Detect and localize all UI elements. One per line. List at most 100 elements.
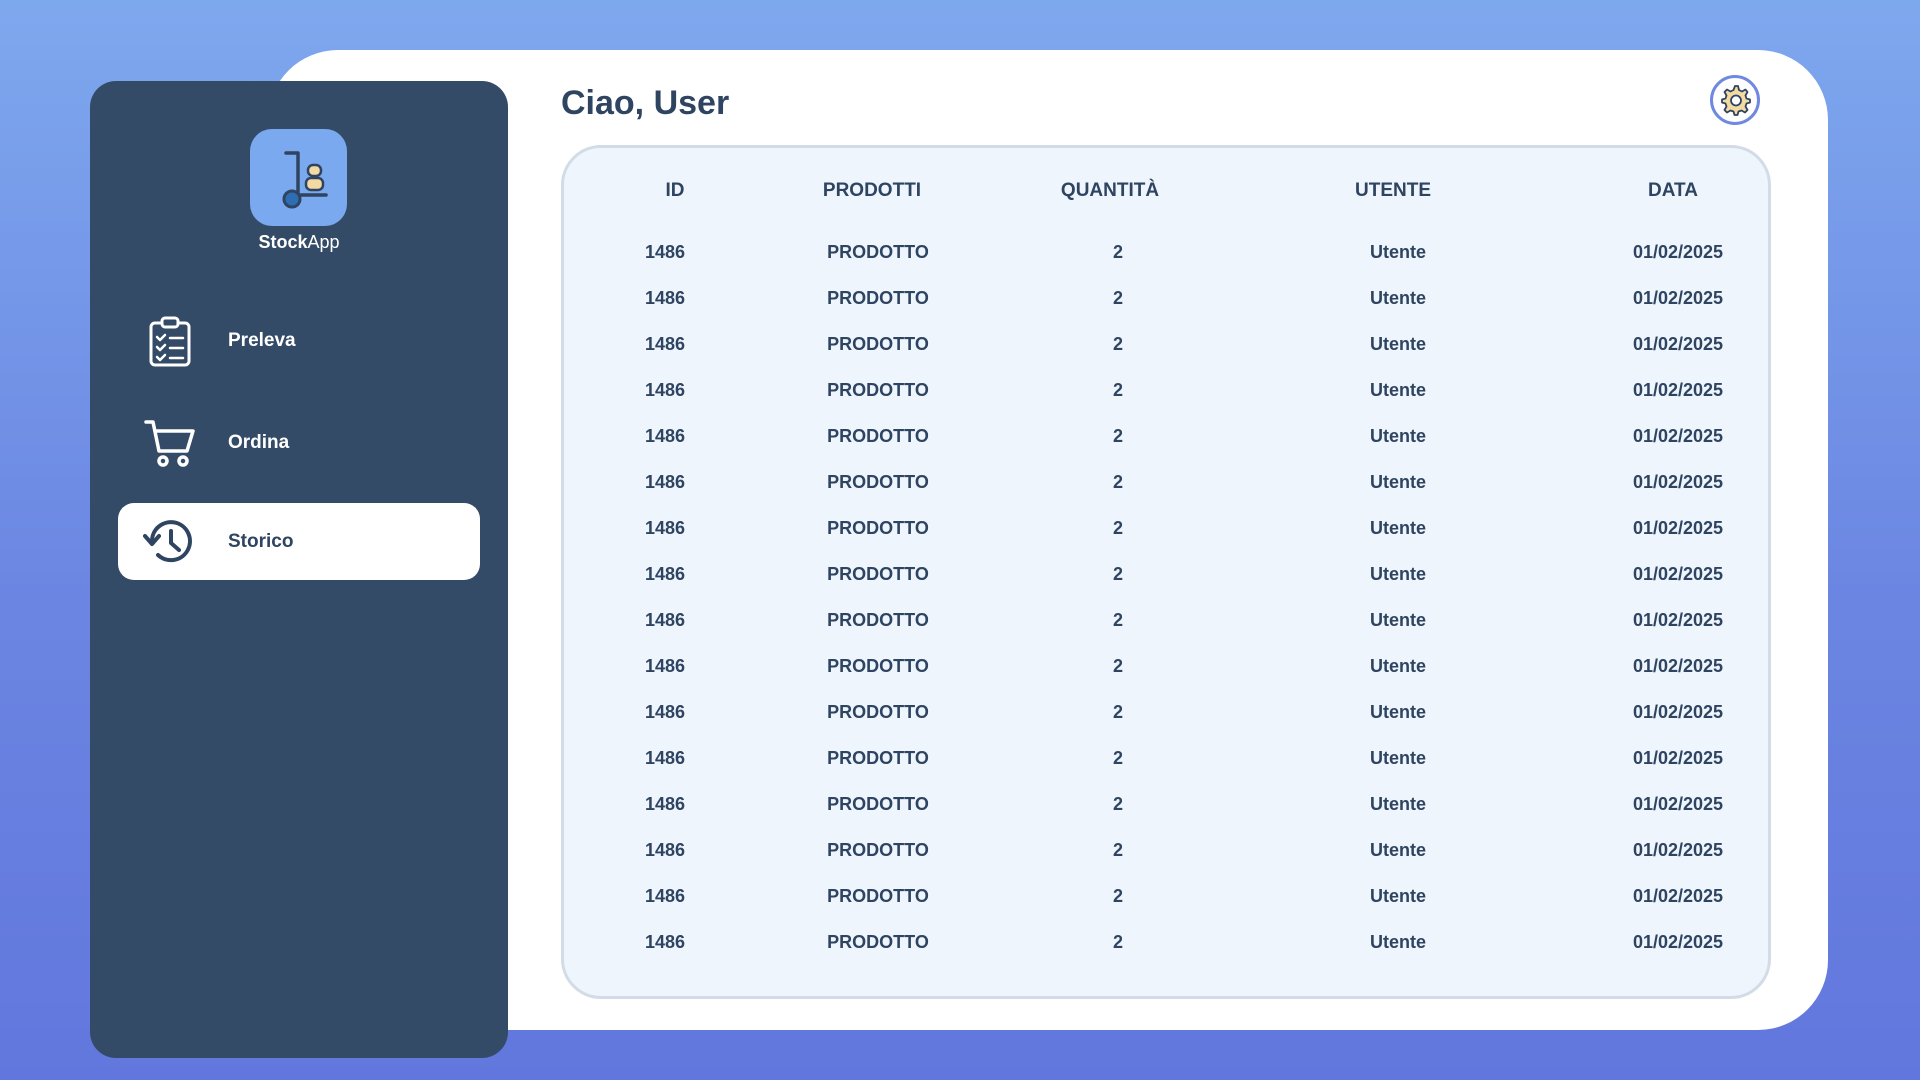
cell-quantita: 2 xyxy=(1112,656,1124,676)
cell-utente: Utente xyxy=(1369,564,1427,584)
cell-prodotto: PRODOTTO xyxy=(827,242,929,262)
table-row: 1486 PRODOTTO 2 Utente 01/02/2025 xyxy=(564,932,1768,962)
cell-id: 1486 xyxy=(644,564,686,584)
cell-utente: Utente xyxy=(1369,656,1427,676)
cell-prodotto: PRODOTTO xyxy=(827,840,929,860)
table-row: 1486 PRODOTTO 2 Utente 01/02/2025 xyxy=(564,334,1768,364)
cell-utente: Utente xyxy=(1369,840,1427,860)
cell-id: 1486 xyxy=(644,932,686,952)
cell-id: 1486 xyxy=(644,334,686,354)
cell-quantita: 2 xyxy=(1112,794,1124,814)
cell-utente: Utente xyxy=(1369,518,1427,538)
column-header-prodotti: PRODOTTI xyxy=(822,180,922,201)
cell-data: 01/02/2025 xyxy=(1632,886,1724,906)
gear-icon xyxy=(1721,85,1751,116)
page-title: Ciao, User xyxy=(561,84,730,122)
cell-prodotto: PRODOTTO xyxy=(827,518,929,538)
nav-label: Preleva xyxy=(228,329,296,351)
cell-quantita: 2 xyxy=(1112,748,1124,768)
cell-utente: Utente xyxy=(1369,886,1427,906)
cell-id: 1486 xyxy=(644,748,686,768)
sidebar: StockApp Preleva Ordina Storico xyxy=(90,81,508,1058)
app-logo xyxy=(250,129,347,226)
clipboard-checklist-icon xyxy=(140,311,200,371)
cell-prodotto: PRODOTTO xyxy=(827,472,929,492)
settings-button[interactable] xyxy=(1710,75,1760,125)
cell-id: 1486 xyxy=(644,472,686,492)
cell-id: 1486 xyxy=(644,288,686,308)
cell-prodotto: PRODOTTO xyxy=(827,380,929,400)
cell-id: 1486 xyxy=(644,380,686,400)
column-header-data: DATA xyxy=(1648,180,1698,201)
cell-id: 1486 xyxy=(644,518,686,538)
cell-data: 01/02/2025 xyxy=(1632,518,1724,538)
cell-id: 1486 xyxy=(644,886,686,906)
cell-prodotto: PRODOTTO xyxy=(827,334,929,354)
cell-data: 01/02/2025 xyxy=(1632,288,1724,308)
cell-utente: Utente xyxy=(1369,932,1427,952)
column-header-quantita: QUANTITÀ xyxy=(1060,180,1160,201)
cell-quantita: 2 xyxy=(1112,610,1124,630)
table-row: 1486 PRODOTTO 2 Utente 01/02/2025 xyxy=(564,886,1768,916)
cell-prodotto: PRODOTTO xyxy=(827,886,929,906)
cell-quantita: 2 xyxy=(1112,334,1124,354)
cell-quantita: 2 xyxy=(1112,472,1124,492)
shopping-cart-icon xyxy=(140,413,200,473)
cell-quantita: 2 xyxy=(1112,702,1124,722)
cell-utente: Utente xyxy=(1369,748,1427,768)
table-row: 1486 PRODOTTO 2 Utente 01/02/2025 xyxy=(564,748,1768,778)
cell-prodotto: PRODOTTO xyxy=(827,288,929,308)
cell-data: 01/02/2025 xyxy=(1632,840,1724,860)
cell-data: 01/02/2025 xyxy=(1632,932,1724,952)
table-row: 1486 PRODOTTO 2 Utente 01/02/2025 xyxy=(564,472,1768,502)
cell-data: 01/02/2025 xyxy=(1632,334,1724,354)
hand-truck-icon xyxy=(282,150,328,208)
cell-utente: Utente xyxy=(1369,242,1427,262)
table-row: 1486 PRODOTTO 2 Utente 01/02/2025 xyxy=(564,702,1768,732)
cell-data: 01/02/2025 xyxy=(1632,564,1724,584)
cell-quantita: 2 xyxy=(1112,886,1124,906)
table-header: ID PRODOTTI QUANTITÀ UTENTE DATA xyxy=(564,180,1768,210)
cell-quantita: 2 xyxy=(1112,242,1124,262)
cell-id: 1486 xyxy=(644,656,686,676)
table-row: 1486 PRODOTTO 2 Utente 01/02/2025 xyxy=(564,610,1768,640)
app-name: StockApp xyxy=(90,230,508,254)
table-row: 1486 PRODOTTO 2 Utente 01/02/2025 xyxy=(564,656,1768,686)
cell-id: 1486 xyxy=(644,610,686,630)
nav-item-ordina[interactable]: Ordina xyxy=(118,404,480,481)
cell-prodotto: PRODOTTO xyxy=(827,794,929,814)
nav-item-preleva[interactable]: Preleva xyxy=(118,302,480,379)
table-row: 1486 PRODOTTO 2 Utente 01/02/2025 xyxy=(564,564,1768,594)
table-row: 1486 PRODOTTO 2 Utente 01/02/2025 xyxy=(564,380,1768,410)
cell-data: 01/02/2025 xyxy=(1632,242,1724,262)
cell-data: 01/02/2025 xyxy=(1632,426,1724,446)
cell-id: 1486 xyxy=(644,426,686,446)
cell-quantita: 2 xyxy=(1112,380,1124,400)
cell-utente: Utente xyxy=(1369,426,1427,446)
cell-data: 01/02/2025 xyxy=(1632,702,1724,722)
cell-data: 01/02/2025 xyxy=(1632,748,1724,768)
cell-data: 01/02/2025 xyxy=(1632,610,1724,630)
cell-utente: Utente xyxy=(1369,794,1427,814)
cell-prodotto: PRODOTTO xyxy=(827,610,929,630)
cell-quantita: 2 xyxy=(1112,426,1124,446)
nav-item-storico[interactable]: Storico xyxy=(118,503,480,580)
cell-utente: Utente xyxy=(1369,610,1427,630)
table-row: 1486 PRODOTTO 2 Utente 01/02/2025 xyxy=(564,288,1768,318)
table-row: 1486 PRODOTTO 2 Utente 01/02/2025 xyxy=(564,242,1768,272)
history-icon xyxy=(140,512,200,572)
cell-prodotto: PRODOTTO xyxy=(827,748,929,768)
table-row: 1486 PRODOTTO 2 Utente 01/02/2025 xyxy=(564,840,1768,870)
cell-utente: Utente xyxy=(1369,702,1427,722)
cell-prodotto: PRODOTTO xyxy=(827,426,929,446)
history-table: ID PRODOTTI QUANTITÀ UTENTE DATA 1486 PRO… xyxy=(561,145,1771,999)
cell-data: 01/02/2025 xyxy=(1632,656,1724,676)
cell-data: 01/02/2025 xyxy=(1632,380,1724,400)
cell-data: 01/02/2025 xyxy=(1632,472,1724,492)
cell-prodotto: PRODOTTO xyxy=(827,656,929,676)
app-name-light: App xyxy=(307,232,340,252)
cell-prodotto: PRODOTTO xyxy=(827,932,929,952)
cell-utente: Utente xyxy=(1369,334,1427,354)
cell-prodotto: PRODOTTO xyxy=(827,702,929,722)
app-name-bold: Stock xyxy=(258,232,308,252)
